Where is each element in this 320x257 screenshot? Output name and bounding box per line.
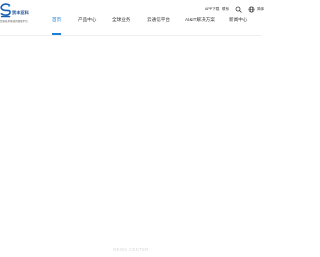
brand-name: 贸丰亚科 (12, 10, 29, 15)
app-download-link[interactable]: APP下载 (205, 7, 219, 12)
main-content: NEWS CENTER (0, 36, 262, 257)
nav-active-indicator (52, 33, 61, 35)
nav-item-cloud-communication[interactable]: 云通信平台 (147, 17, 170, 23)
nav-item-news[interactable]: 新闻中心 (229, 17, 247, 23)
nav-item-products[interactable]: 产品中心 (78, 17, 96, 23)
brand-logo[interactable]: 贸丰亚科 贸易技术驱动的智能平台 (0, 3, 52, 25)
globe-icon[interactable] (248, 6, 255, 13)
site-header: 贸丰亚科 贸易技术驱动的智能平台 首页 产品中心 全球业务 云通信平台 AI&I… (0, 0, 264, 36)
logo-mark-icon (0, 3, 11, 18)
nav-item-global-business[interactable]: 全球业务 (112, 17, 130, 23)
nav-item-ai-it-solutions[interactable]: AI&IT解决方案 (185, 17, 215, 23)
news-center-watermark: NEWS CENTER (113, 247, 149, 252)
search-icon[interactable] (235, 6, 242, 13)
language-selector[interactable]: 简体 (257, 7, 264, 12)
brand-tagline: 贸易技术驱动的智能平台 (0, 19, 28, 23)
contact-link[interactable]: 联系 (222, 7, 229, 12)
nav-item-home[interactable]: 首页 (52, 17, 61, 23)
